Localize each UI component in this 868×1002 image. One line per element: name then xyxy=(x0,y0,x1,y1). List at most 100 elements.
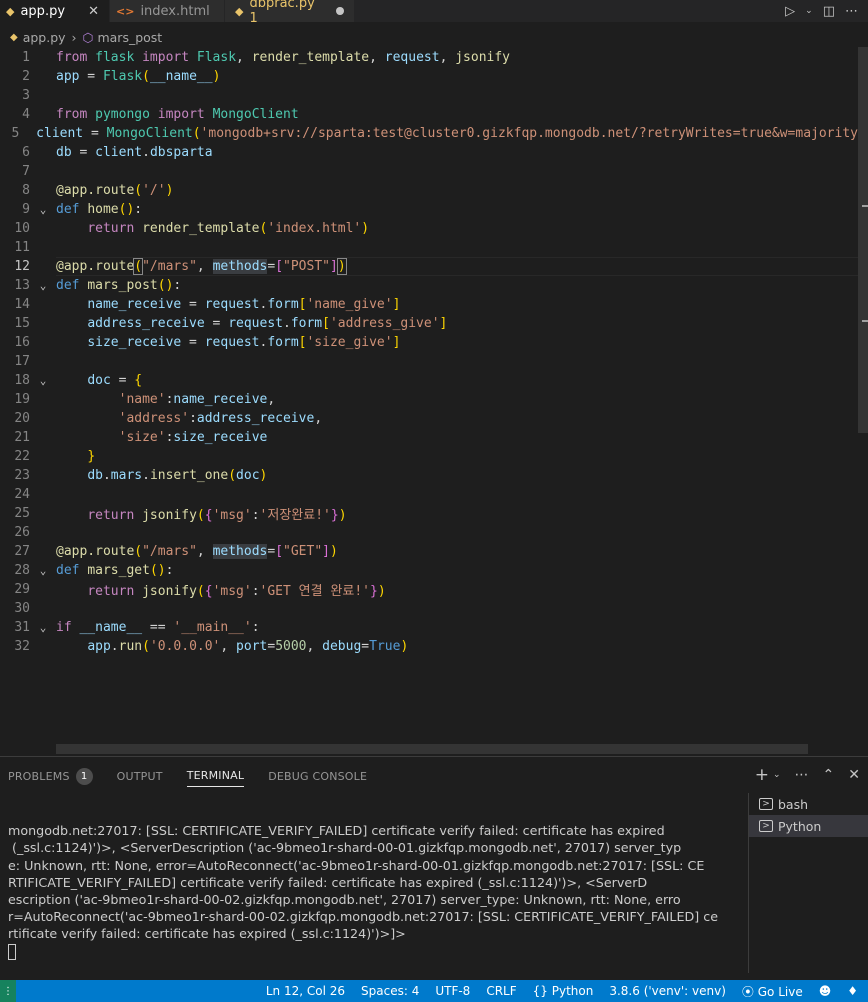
tab-terminal[interactable]: TERMINAL xyxy=(186,765,245,787)
code-line: 26 xyxy=(14,525,30,540)
unsaved-dot-icon[interactable] xyxy=(336,7,344,15)
code-line: 20 'address':address_receive, xyxy=(14,411,323,426)
status-bar: ⋮ Ln 12, Col 26 Spaces: 4 UTF-8 CRLF {} … xyxy=(0,980,868,1002)
tab-label: dbprac.py 1 xyxy=(249,0,315,26)
fold-chevron-icon[interactable]: ⌄ xyxy=(30,279,56,292)
editor-scroll-thumb[interactable] xyxy=(858,47,868,433)
code-line: 28 ⌄ def mars_get(): xyxy=(14,563,174,578)
terminal-icon: > xyxy=(759,820,773,832)
more-actions-icon[interactable]: ⋯ xyxy=(795,767,809,783)
run-icon[interactable]: ▷ xyxy=(785,4,795,19)
code-line: 23 db.mars.insert_one(doc) xyxy=(14,468,268,483)
tab-debug-console[interactable]: DEBUG CONSOLE xyxy=(268,765,367,787)
split-editor-icon[interactable]: ◫ xyxy=(823,4,835,19)
html-file-icon: <> xyxy=(116,4,135,18)
tab-app-py[interactable]: ◆ app.py ✕ xyxy=(0,0,110,22)
encoding[interactable]: UTF-8 xyxy=(435,984,470,998)
terminal-item-python[interactable]: > Python xyxy=(749,815,868,837)
code-line-current: 12 @app.route("/mars", methods=["POST"]) xyxy=(14,258,347,275)
editor-actions: ▷ ⌄ ◫ ⋯ xyxy=(785,0,868,22)
cursor-position[interactable]: Ln 12, Col 26 xyxy=(266,984,345,998)
code-line: 22 } xyxy=(14,449,96,464)
remote-indicator-icon[interactable]: ⋮ xyxy=(0,980,16,1002)
code-line: 25 return jsonify({'msg':'저장완료!'}) xyxy=(14,506,347,523)
close-icon[interactable]: ✕ xyxy=(88,4,99,19)
code-line: 11 xyxy=(14,240,30,255)
terminal-output[interactable]: mongodb.net:27017: [SSL: CERTIFICATE_VER… xyxy=(8,805,728,995)
code-line: 19 'name':name_receive, xyxy=(14,392,276,407)
code-line: 18 ⌄ doc = { xyxy=(14,373,143,388)
fold-chevron-icon[interactable]: ⌄ xyxy=(30,621,56,634)
tab-label: index.html xyxy=(140,3,210,19)
editor-horizontal-scrollbar[interactable] xyxy=(56,744,808,754)
code-line: 2 app = Flask(__name__) xyxy=(22,69,221,84)
maximize-panel-icon[interactable]: ⌃ xyxy=(823,767,835,783)
feedback-icon[interactable]: ☻ xyxy=(819,984,832,998)
code-line: 1 from flask import Flask, render_templat… xyxy=(22,50,511,65)
method-symbol-icon: ⬡ xyxy=(82,29,94,45)
end-of-line[interactable]: CRLF xyxy=(486,984,516,998)
chevron-down-icon[interactable]: ⌄ xyxy=(773,770,781,780)
panel-actions: + ⌄ ⋯ ⌃ ✕ xyxy=(755,765,860,785)
python-file-icon: ◆ xyxy=(6,4,15,18)
code-line: 4 from pymongo import MongoClient xyxy=(22,107,299,122)
chevron-down-icon[interactable]: ⌄ xyxy=(805,6,813,16)
terminal-line: e: Unknown, rtt: None, error=AutoReconne… xyxy=(8,857,705,873)
code-line: 32 app.run('0.0.0.0', port=5000, debug=T… xyxy=(14,639,409,654)
tab-dbprac-py[interactable]: ◆ dbprac.py 1 xyxy=(225,0,355,26)
tab-index-html[interactable]: <> index.html xyxy=(110,0,225,22)
terminal-icon: > xyxy=(759,798,773,810)
fold-chevron-icon[interactable]: ⌄ xyxy=(30,374,56,387)
fold-chevron-icon[interactable]: ⌄ xyxy=(30,564,56,577)
bottom-panel: PROBLEMS 1 OUTPUT TERMINAL DEBUG CONSOLE … xyxy=(0,756,868,980)
code-line: 8 @app.route('/') xyxy=(22,183,174,198)
breadcrumb: ◆ app.py › ⬡ mars_post xyxy=(0,27,868,47)
code-line: 21 'size':size_receive xyxy=(14,430,268,445)
close-panel-icon[interactable]: ✕ xyxy=(848,767,860,783)
more-actions-icon[interactable]: ⋯ xyxy=(845,4,858,19)
terminal-line: mongodb.net:27017: [SSL: CERTIFICATE_VER… xyxy=(8,823,665,839)
terminal-list: > bash > Python xyxy=(748,793,868,973)
notifications-bell-icon[interactable]: ♦ xyxy=(847,984,858,998)
chevron-right-icon: › xyxy=(71,29,77,45)
code-line: 7 xyxy=(22,164,30,179)
code-editor[interactable]: 1 from flask import Flask, render_templat… xyxy=(0,47,868,755)
go-live-button[interactable]: ⦿ Go Live xyxy=(742,983,803,1000)
tab-output[interactable]: OUTPUT xyxy=(117,765,163,787)
python-interpreter[interactable]: 3.8.6 ('venv': venv) xyxy=(609,984,726,998)
code-line: 10 return render_template('index.html') xyxy=(14,221,370,236)
scroll-marker xyxy=(862,205,868,207)
code-line: 15 address_receive = request.form['addre… xyxy=(14,316,448,331)
code-line: 3 xyxy=(22,88,30,103)
tab-label: app.py xyxy=(20,3,66,19)
breadcrumb-symbol[interactable]: mars_post xyxy=(97,30,162,45)
python-file-icon: ◆ xyxy=(10,31,18,43)
breadcrumb-file[interactable]: app.py xyxy=(23,30,66,45)
problems-count-badge: 1 xyxy=(75,767,93,785)
code-line: 31 ⌄ if __name__ == '__main__': xyxy=(14,620,260,635)
language-mode[interactable]: {} Python xyxy=(533,984,594,998)
terminal-item-bash[interactable]: > bash xyxy=(749,793,868,815)
code-line: 9 ⌄ def home(): xyxy=(22,202,143,217)
code-line: 30 xyxy=(14,601,30,616)
editor-tab-bar: ◆ app.py ✕ <> index.html ◆ dbprac.py 1 ▷… xyxy=(0,0,868,26)
terminal-line: rtificate verify failed: certificate has… xyxy=(8,926,406,942)
terminal-line: escription ('ac-9bmeo1r-shard-00-02.gizk… xyxy=(8,892,681,908)
code-line: 6 db = client.dbsparta xyxy=(22,145,213,160)
broadcast-icon: ⦿ xyxy=(741,984,754,999)
panel-tabs: PROBLEMS 1 OUTPUT TERMINAL DEBUG CONSOLE xyxy=(0,765,383,789)
tab-problems[interactable]: PROBLEMS 1 xyxy=(8,765,93,787)
indentation[interactable]: Spaces: 4 xyxy=(361,984,419,998)
terminal-line: (_ssl.c:1124)')>, <ServerDescription ('a… xyxy=(8,840,682,856)
code-line: 16 size_receive = request.form['size_giv… xyxy=(14,335,401,350)
terminal-cursor xyxy=(8,944,16,961)
code-line: 24 xyxy=(14,487,30,502)
code-line: 27 @app.route("/mars", methods=["GET"]) xyxy=(14,544,338,559)
fold-chevron-icon[interactable]: ⌄ xyxy=(30,203,56,216)
braces-icon: {} xyxy=(532,984,548,998)
code-line: 29 return jsonify({'msg':'GET 연결 완료!'}) xyxy=(14,582,386,599)
new-terminal-icon[interactable]: + xyxy=(755,765,769,785)
scroll-marker xyxy=(862,320,868,322)
code-line: 5 client = MongoClient('mongodb+srv://spa… xyxy=(11,126,858,141)
terminal-line: RTIFICATE_VERIFY_FAILED] certificate ver… xyxy=(8,874,648,890)
